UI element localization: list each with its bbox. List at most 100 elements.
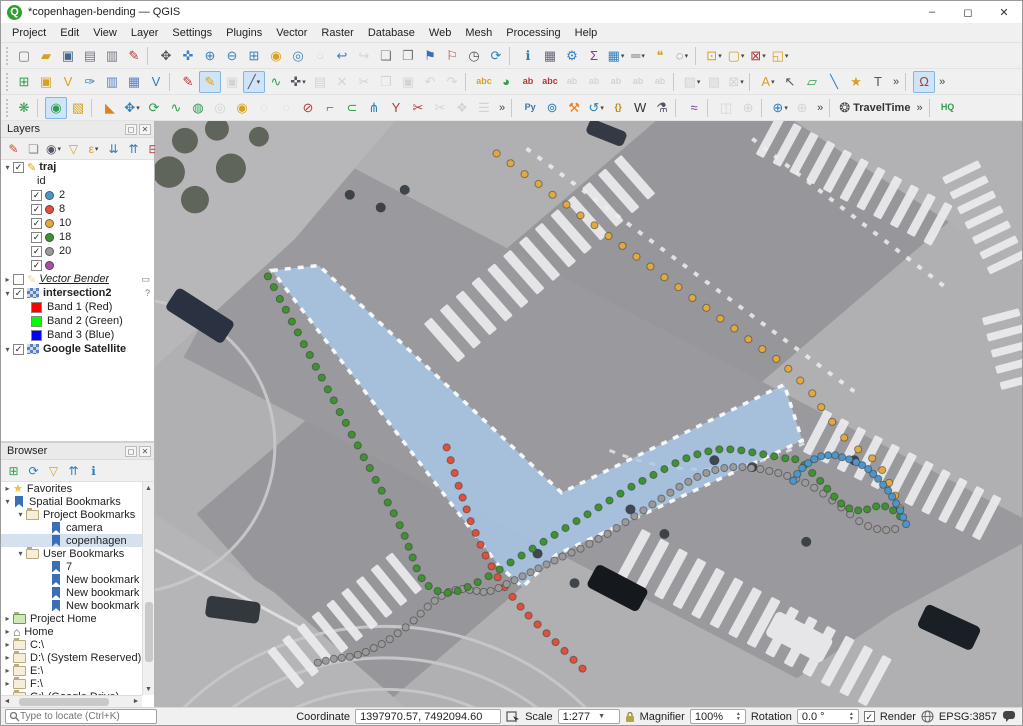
zoom-in-button[interactable]: ⊕ xyxy=(199,45,221,67)
menu-raster[interactable]: Raster xyxy=(314,25,360,41)
layer-vector-bender[interactable]: ▸✎Vector Bender▭ xyxy=(1,272,154,286)
new-map-view-button[interactable]: ❏ xyxy=(375,45,397,67)
browser-item-spatial-bookmarks[interactable]: ▾Spatial Bookmarks xyxy=(1,495,154,508)
menu-web[interactable]: Web xyxy=(422,25,458,41)
save-layer-edits-button[interactable]: ▣ xyxy=(221,71,243,93)
split-features-button[interactable]: ⋔ xyxy=(363,97,385,119)
text-annotation-button[interactable]: T xyxy=(867,71,889,93)
refresh-map-button[interactable]: ⟳ xyxy=(485,45,507,67)
magnifier-spinbox[interactable]: 100%▲▼ xyxy=(690,709,746,724)
zoom-native-button[interactable]: ○ xyxy=(309,45,331,67)
layer-badge-icon[interactable]: ? xyxy=(145,288,152,298)
locator-search[interactable] xyxy=(5,709,157,724)
fill-ring-button[interactable]: ◉ xyxy=(231,97,253,119)
legend-class-18[interactable]: ✓18 xyxy=(1,230,154,244)
epsg-code[interactable]: EPSG:3857 xyxy=(939,711,997,723)
move-feature-button[interactable]: ✥▾ xyxy=(121,97,143,119)
visibility-checkbox[interactable]: ✓ xyxy=(31,232,42,243)
vertex-tool-button[interactable]: ✜▾ xyxy=(287,71,309,93)
select-features-button[interactable]: ⊡▾ xyxy=(703,45,725,67)
mesh-transform-button[interactable]: ▧ xyxy=(703,71,725,93)
expand-all-button[interactable]: ⇊ xyxy=(104,139,123,158)
expander-icon[interactable]: ▸ xyxy=(2,627,13,636)
expander-icon[interactable]: ▾ xyxy=(15,549,26,558)
filter-browser-button[interactable]: ▽ xyxy=(44,461,63,480)
digitize-with-segment-button[interactable]: ╱▾ xyxy=(243,71,265,93)
show-spatial-bookmarks-button[interactable]: ⚐ xyxy=(441,45,463,67)
json-tools-button[interactable]: {} xyxy=(607,97,629,119)
delete-selected-button[interactable]: ✕ xyxy=(331,71,353,93)
new-geojson-layer-button[interactable]: ✑ xyxy=(79,71,101,93)
redo-button[interactable]: ↷ xyxy=(441,71,463,93)
expander-icon[interactable]: ▸ xyxy=(2,653,13,662)
browser-item-drive-c[interactable]: ▸C:\ xyxy=(1,638,154,651)
zoom-to-selection-button[interactable]: ◉ xyxy=(265,45,287,67)
minimize-button[interactable]: – xyxy=(914,1,950,23)
traveltime-plugin-button[interactable]: ❂TravelTime xyxy=(837,97,912,119)
expander-icon[interactable]: ▸ xyxy=(2,679,13,688)
zoom-full-button[interactable]: ⊞ xyxy=(243,45,265,67)
layer-google-satellite[interactable]: ▾✓Google Satellite xyxy=(1,342,154,356)
menu-layer[interactable]: Layer xyxy=(124,25,166,41)
line-annotation-button[interactable]: ╲ xyxy=(823,71,845,93)
zoom-to-layer-button[interactable]: ◎ xyxy=(287,45,309,67)
new-virtual-layer-button[interactable]: V xyxy=(145,71,167,93)
toolbar-overflow-button[interactable]: » xyxy=(495,102,509,114)
rotate-feature-button[interactable]: ⟳ xyxy=(143,97,165,119)
reshape-features-button[interactable]: ⌐ xyxy=(319,97,341,119)
rotate-label-button[interactable]: ab xyxy=(627,71,649,93)
add-selected-layers-button[interactable]: ⊞ xyxy=(4,461,23,480)
copy-features-button[interactable]: ❐ xyxy=(375,71,397,93)
close-button[interactable]: ✕ xyxy=(986,1,1022,23)
menu-project[interactable]: Project xyxy=(5,25,53,41)
undo-button[interactable]: ↶ xyxy=(419,71,441,93)
select-within-button[interactable]: ◱▾ xyxy=(769,45,791,67)
attribute-table-button[interactable]: ▦▾ xyxy=(605,45,627,67)
expander-icon[interactable]: ▸ xyxy=(2,275,13,284)
snapping-toggle-button[interactable]: Ω xyxy=(913,71,935,93)
trim-extend-button[interactable]: ☰ xyxy=(473,97,495,119)
add-group-button[interactable]: ❏ xyxy=(24,139,43,158)
geometry-lab-button[interactable]: ⚗ xyxy=(651,97,673,119)
change-label-button[interactable]: ab xyxy=(649,71,671,93)
menu-settings[interactable]: Settings xyxy=(165,25,219,41)
expander-icon[interactable]: ▸ xyxy=(2,640,13,649)
spinner-arrows-icon[interactable]: ▲▼ xyxy=(849,712,854,722)
plugin-builder-button[interactable]: ⚒ xyxy=(563,97,585,119)
zoom-to-feature-button[interactable]: ◉ xyxy=(45,97,67,119)
add-line-feature-button[interactable]: ∿ xyxy=(265,71,287,93)
wkt-tools-button[interactable]: W xyxy=(629,97,651,119)
toolbar-overflow-button[interactable]: » xyxy=(912,102,926,114)
legend-class-10[interactable]: ✓10 xyxy=(1,216,154,230)
render-checkbox[interactable]: ✓ xyxy=(864,711,875,722)
collapse-all-button[interactable]: ⇈ xyxy=(124,139,143,158)
new-spatial-bookmark-button[interactable]: ⚑ xyxy=(419,45,441,67)
visibility-checkbox[interactable]: ✓ xyxy=(31,204,42,215)
maximize-button[interactable]: ◻ xyxy=(950,1,986,23)
move-label-button[interactable]: ab xyxy=(605,71,627,93)
legend-class-other[interactable]: ✓ xyxy=(1,258,154,272)
marker-annotation-button[interactable]: ★ xyxy=(845,71,867,93)
pan-map-button[interactable]: ✥ xyxy=(155,45,177,67)
expander-icon[interactable]: ▾ xyxy=(2,345,13,354)
layer-traj[interactable]: ▾✓✎traj xyxy=(1,160,154,174)
browser-item-bookmark-new-3[interactable]: New bookmark xyxy=(1,599,154,612)
browser-item-bookmark-camera[interactable]: camera xyxy=(1,521,154,534)
merge-attributes-button[interactable]: ✂ xyxy=(429,97,451,119)
zoom-last-button[interactable]: ↩ xyxy=(331,45,353,67)
select-annotation-button[interactable]: ↖ xyxy=(779,71,801,93)
visibility-checkbox[interactable]: ✓ xyxy=(13,162,24,173)
python-console-button[interactable]: Py xyxy=(519,97,541,119)
visibility-checkbox[interactable]: ✓ xyxy=(13,344,24,355)
mesh-calculator-button[interactable]: ⊠▾ xyxy=(725,71,747,93)
share-plugin-button[interactable]: ❋ xyxy=(13,97,35,119)
map-tips-button[interactable]: ❝ xyxy=(649,45,671,67)
toggle-editing-button[interactable]: ✎ xyxy=(199,71,221,93)
messages-icon[interactable] xyxy=(1002,710,1016,723)
menu-mesh[interactable]: Mesh xyxy=(458,25,499,41)
new-raster-layer-button[interactable]: ▦ xyxy=(123,71,145,93)
zoom-next-button[interactable]: ↪ xyxy=(353,45,375,67)
pan-to-selection-button[interactable]: ✜ xyxy=(177,45,199,67)
annotation-layer-button[interactable]: A▾ xyxy=(757,71,779,93)
hqgis-plugin-button[interactable]: HQ xyxy=(937,97,959,119)
